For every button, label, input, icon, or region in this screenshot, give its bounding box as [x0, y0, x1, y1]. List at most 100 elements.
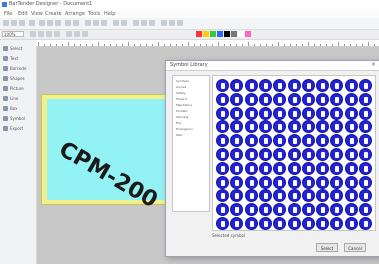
symbol-icon[interactable] — [230, 161, 244, 175]
color-swatch-gray[interactable] — [231, 31, 237, 37]
symbol-icon[interactable] — [244, 175, 258, 189]
symbol-icon[interactable] — [301, 79, 315, 92]
tree-item[interactable]: Symbols — [176, 79, 189, 83]
symbol-icon[interactable] — [301, 189, 315, 203]
symbol-icon[interactable] — [287, 79, 301, 92]
copy-icon[interactable] — [47, 20, 53, 26]
open-icon[interactable] — [11, 20, 17, 26]
sidebar-item-box[interactable]: Box — [3, 104, 32, 112]
symbol-icon[interactable] — [230, 134, 244, 148]
symbol-icon[interactable] — [244, 92, 258, 106]
symbol-icon[interactable] — [344, 161, 358, 175]
save-icon[interactable] — [19, 20, 25, 26]
symbol-icon[interactable] — [287, 175, 301, 189]
color-swatch-black[interactable] — [224, 31, 230, 37]
symbol-icon[interactable] — [301, 203, 315, 217]
symbol-icon[interactable] — [359, 92, 372, 106]
symbol-icon[interactable] — [316, 92, 330, 106]
undo-icon[interactable] — [65, 20, 71, 26]
symbol-icon[interactable] — [359, 79, 372, 92]
shape-icon[interactable] — [149, 20, 155, 26]
symbol-icon[interactable] — [273, 148, 287, 161]
tree-item[interactable]: Mandatory — [176, 103, 192, 107]
symbol-icon[interactable] — [359, 120, 372, 134]
symbol-icon[interactable] — [301, 175, 315, 189]
menu-arrange[interactable]: Arrange — [65, 11, 85, 17]
symbol-icon[interactable] — [258, 161, 272, 175]
symbol-icon[interactable] — [316, 148, 330, 161]
zoom-field[interactable]: 100% — [2, 31, 24, 37]
symbol-icon[interactable] — [301, 148, 315, 161]
symbol-icon[interactable] — [230, 148, 244, 161]
symbol-icon[interactable] — [330, 120, 344, 134]
symbol-icon[interactable] — [287, 106, 301, 120]
symbol-icon[interactable] — [359, 161, 372, 175]
symbol-icon[interactable] — [216, 148, 229, 161]
symbol-icon[interactable] — [344, 79, 358, 92]
symbol-icon[interactable] — [244, 161, 258, 175]
symbol-icon[interactable] — [273, 217, 287, 230]
picture-icon[interactable] — [161, 20, 167, 26]
symbol-icon[interactable] — [344, 120, 358, 134]
paste-icon[interactable] — [55, 20, 61, 26]
symbol-icon[interactable] — [273, 120, 287, 134]
symbol-icon[interactable] — [316, 189, 330, 203]
symbol-icon[interactable] — [330, 92, 344, 106]
print-icon[interactable] — [29, 20, 35, 26]
symbol-icon[interactable] — [230, 120, 244, 134]
symbol-icon[interactable] — [273, 79, 287, 92]
tree-item[interactable]: Emergency — [176, 127, 193, 131]
symbol-icon[interactable] — [258, 120, 272, 134]
sidebar-item-shapes[interactable]: Shapes — [3, 74, 32, 82]
zoom-icon[interactable] — [177, 20, 183, 26]
menu-create[interactable]: Create — [45, 11, 62, 17]
symbol-icon[interactable] — [344, 217, 358, 230]
align-icon[interactable] — [85, 20, 91, 26]
menu-edit[interactable]: Edit — [18, 11, 28, 17]
symbol-icon[interactable] — [273, 134, 287, 148]
symbol-icon[interactable] — [287, 120, 301, 134]
symbol-icon[interactable] — [287, 203, 301, 217]
symbol-icon[interactable] — [301, 217, 315, 230]
symbol-icon[interactable] — [216, 161, 229, 175]
symbol-icon[interactable] — [316, 106, 330, 120]
symbol-icon[interactable] — [330, 203, 344, 217]
symbol-icon[interactable] — [330, 175, 344, 189]
tree-item[interactable]: Warning — [176, 115, 188, 119]
align-right-icon[interactable] — [82, 31, 88, 37]
symbol-icon[interactable] — [244, 106, 258, 120]
symbol-icon[interactable] — [330, 106, 344, 120]
symbol-icon[interactable] — [230, 175, 244, 189]
symbol-icon[interactable] — [216, 189, 229, 203]
symbol-icon[interactable] — [344, 134, 358, 148]
symbol-icon[interactable] — [273, 189, 287, 203]
symbol-icon[interactable] — [344, 203, 358, 217]
symbol-icon[interactable] — [244, 134, 258, 148]
font-icon[interactable] — [30, 31, 36, 37]
symbol-icon[interactable] — [344, 189, 358, 203]
symbol-icon[interactable] — [244, 120, 258, 134]
underline-icon[interactable] — [54, 31, 60, 37]
symbol-icon[interactable] — [330, 189, 344, 203]
color-swatch-blue[interactable] — [217, 31, 223, 37]
symbol-icon[interactable] — [287, 217, 301, 230]
symbol-icon[interactable] — [359, 148, 372, 161]
symbol-icon[interactable] — [258, 106, 272, 120]
symbol-grid[interactable] — [212, 75, 376, 231]
redo-icon[interactable] — [73, 20, 79, 26]
tree-item[interactable]: Arrows — [176, 85, 186, 89]
color-swatch-pink[interactable] — [245, 31, 251, 37]
color-swatch-green[interactable] — [210, 31, 216, 37]
italic-icon[interactable] — [46, 31, 52, 37]
tree-item[interactable]: Safety — [176, 91, 186, 95]
sidebar-item-line[interactable]: Line — [3, 94, 32, 102]
symbol-icon[interactable] — [216, 203, 229, 217]
symbol-icon[interactable] — [287, 134, 301, 148]
symbol-icon[interactable] — [216, 217, 229, 230]
symbol-icon[interactable] — [244, 203, 258, 217]
symbol-icon[interactable] — [273, 106, 287, 120]
symbol-icon[interactable] — [258, 134, 272, 148]
symbol-icon[interactable] — [359, 106, 372, 120]
symbol-icon[interactable] — [301, 134, 315, 148]
text-icon[interactable] — [141, 20, 147, 26]
